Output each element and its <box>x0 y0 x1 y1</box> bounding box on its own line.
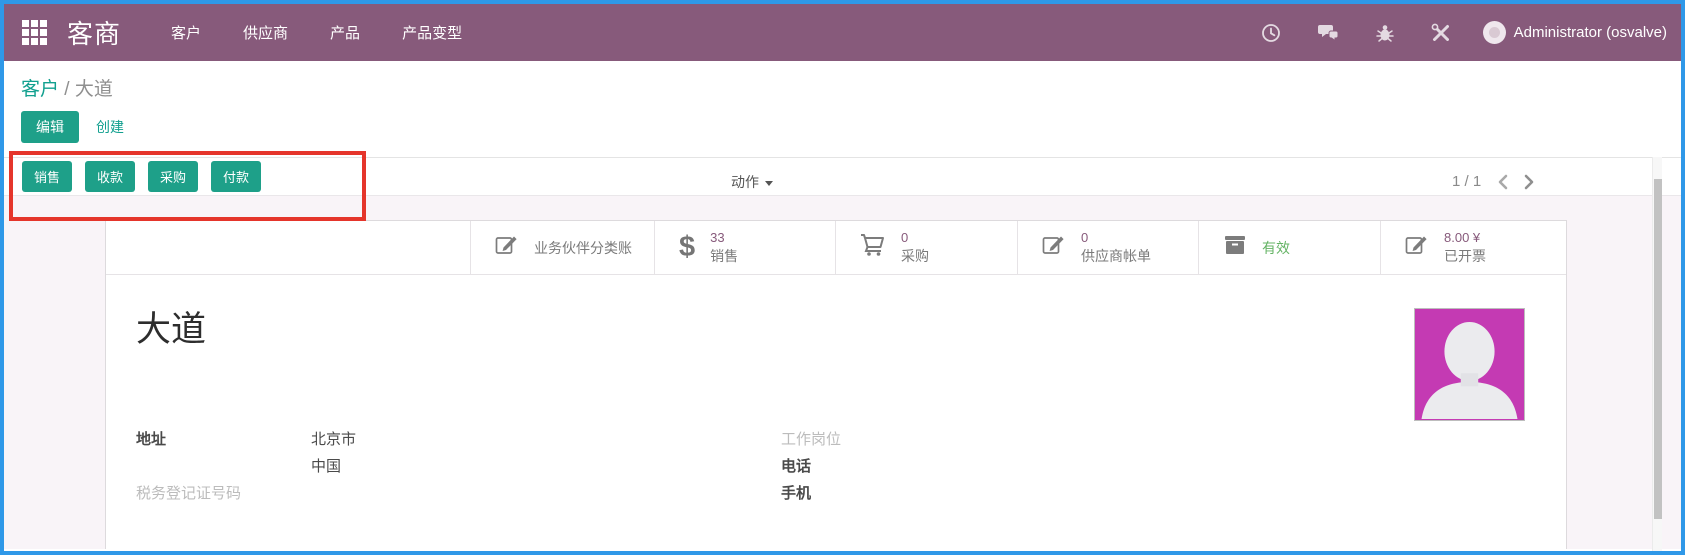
stat-empty-cell <box>106 221 470 274</box>
edit-button[interactable]: 编辑 <box>21 111 79 143</box>
pager: 1 / 1 <box>1452 173 1535 190</box>
stat-label: 销售 <box>710 247 739 264</box>
person-silhouette-icon <box>1421 321 1518 419</box>
job-position-label: 工作岗位 <box>781 431 842 448</box>
cart-icon <box>860 233 886 262</box>
left-field-column: 地址 北京市 中国 税务登记证号码 <box>136 428 781 509</box>
form-sheet: 业务伙伴分类账 $ 33 销售 0 采购 0 供应商帐单 有效 8.00 ¥ 已… <box>105 220 1567 549</box>
edit-document-icon <box>1405 234 1429 261</box>
stat-label: 供应商帐单 <box>1081 247 1151 264</box>
breadcrumb-separator: / <box>64 79 70 100</box>
scrollbar-thumb[interactable] <box>1654 179 1662 519</box>
tax-id-label: 税务登记证号码 <box>136 485 242 502</box>
navbar-right: Administrator (osvalve) <box>1225 21 1667 44</box>
sales-button[interactable]: 销售 <box>22 161 73 192</box>
invoiced-stat-button[interactable]: 8.00 ¥ 已开票 <box>1380 221 1566 274</box>
address-city-value: 北京市 <box>311 431 357 448</box>
app-name[interactable]: 客商 <box>67 14 121 51</box>
receive-payment-button[interactable]: 收款 <box>85 161 136 192</box>
stat-value: 0 <box>901 229 909 245</box>
archive-box-icon <box>1223 234 1247 261</box>
partner-image[interactable] <box>1414 308 1525 421</box>
breadcrumb: 客户 / 大道 <box>4 61 1681 101</box>
partner-name-title: 大道 <box>136 310 207 349</box>
clock-icon[interactable] <box>1261 23 1281 43</box>
pager-previous-icon[interactable] <box>1497 174 1508 190</box>
active-stat-button[interactable]: 有效 <box>1198 221 1380 274</box>
stat-label: 业务伙伴分类账 <box>534 239 632 256</box>
field-grid: 地址 北京市 中国 税务登记证号码 工作岗位 电话 手机 <box>136 428 1546 509</box>
edit-document-icon <box>1042 234 1066 261</box>
smart-button-strip: 销售 收款 采购 付款 <box>4 158 1681 196</box>
user-name: Administrator (osvalve) <box>1513 24 1667 41</box>
stat-value: 33 <box>710 229 725 245</box>
control-panel-buttons: 编辑 创建 <box>21 111 1681 143</box>
menu-item-product-variants[interactable]: 产品变型 <box>402 22 462 43</box>
phone-label: 电话 <box>781 458 812 475</box>
breadcrumb-parent[interactable]: 客户 <box>21 79 59 100</box>
app-window: 客商 客户 供应商 产品 产品变型 Administrator (osvalve… <box>0 0 1685 555</box>
vertical-scrollbar[interactable] <box>1652 157 1662 551</box>
purchase-button[interactable]: 采购 <box>148 161 199 192</box>
create-button[interactable]: 创建 <box>96 117 124 137</box>
chevron-down-icon <box>765 180 773 186</box>
top-navbar: 客商 客户 供应商 产品 产品变型 Administrator (osvalve… <box>4 4 1681 61</box>
breadcrumb-current: 大道 <box>74 79 113 100</box>
menu-item-customers[interactable]: 客户 <box>171 22 201 43</box>
user-menu[interactable]: Administrator (osvalve) <box>1482 21 1667 44</box>
partner-ledger-stat-button[interactable]: 业务伙伴分类账 <box>470 221 654 274</box>
dollar-icon: $ <box>679 231 696 263</box>
edit-document-icon <box>495 234 519 261</box>
menu-item-products[interactable]: 产品 <box>330 22 360 43</box>
stat-label: 已开票 <box>1444 247 1486 264</box>
address-field-row: 地址 北京市 <box>136 428 781 455</box>
address-country-row: 中国 <box>136 455 781 482</box>
tools-icon[interactable] <box>1431 23 1451 43</box>
address-country-value: 中国 <box>311 458 342 475</box>
purchases-stat-button[interactable]: 0 采购 <box>835 221 1017 274</box>
menu-item-vendors[interactable]: 供应商 <box>243 22 288 43</box>
mobile-label: 手机 <box>781 485 812 502</box>
pager-next-icon[interactable] <box>1524 174 1535 190</box>
address-label: 地址 <box>136 431 167 448</box>
pager-value: 1 / 1 <box>1452 173 1482 190</box>
apps-grid-icon[interactable] <box>22 20 47 45</box>
stat-label: 有效 <box>1262 239 1290 256</box>
mobile-field-row: 手机 <box>781 482 956 509</box>
main-menu: 客户 供应商 产品 产品变型 <box>171 22 462 43</box>
messages-icon[interactable] <box>1317 23 1339 42</box>
actions-dropdown[interactable]: 动作 <box>731 172 773 192</box>
stat-button-row: 业务伙伴分类账 $ 33 销售 0 采购 0 供应商帐单 有效 8.00 ¥ 已… <box>106 221 1566 275</box>
stat-value: 8.00 ¥ <box>1444 229 1481 245</box>
stat-value: 0 <box>1081 229 1089 245</box>
right-field-column: 工作岗位 电话 手机 <box>781 428 956 509</box>
sales-stat-button[interactable]: $ 33 销售 <box>654 221 835 274</box>
tax-id-field-row: 税务登记证号码 <box>136 482 781 509</box>
pay-button[interactable]: 付款 <box>211 161 262 192</box>
phone-field-row: 电话 <box>781 455 956 482</box>
control-panel: 客户 / 大道 编辑 创建 动作 1 / 1 <box>4 61 1681 190</box>
vendor-bills-stat-button[interactable]: 0 供应商帐单 <box>1017 221 1198 274</box>
stat-label: 采购 <box>901 247 929 264</box>
actions-label: 动作 <box>731 174 759 190</box>
user-avatar <box>1482 21 1506 44</box>
content-area: 业务伙伴分类账 $ 33 销售 0 采购 0 供应商帐单 有效 8.00 ¥ 已… <box>4 196 1681 549</box>
job-position-field-row: 工作岗位 <box>781 428 956 455</box>
bug-icon[interactable] <box>1375 23 1395 43</box>
